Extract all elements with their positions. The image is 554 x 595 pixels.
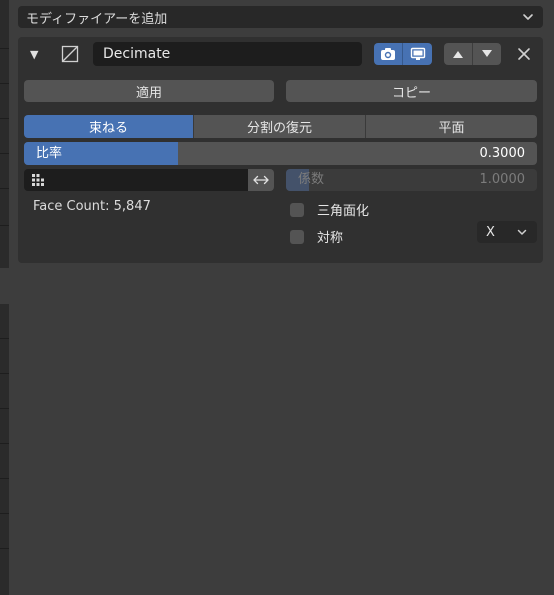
divider	[0, 338, 9, 339]
vertex-group-field[interactable]	[24, 169, 248, 191]
divider	[0, 225, 9, 226]
symmetry-axis-dropdown[interactable]: X	[477, 221, 537, 243]
divider	[0, 513, 9, 514]
ratio-label: 比率	[36, 146, 63, 161]
move-down-button[interactable]	[473, 43, 501, 65]
ratio-slider[interactable]: 比率 0.3000	[24, 142, 537, 165]
factor-label: 係数	[298, 172, 325, 187]
invert-arrows-icon	[253, 175, 269, 185]
symmetry-label: 対称	[317, 231, 344, 246]
close-icon[interactable]	[516, 46, 532, 62]
mode-unsubdivide-tab[interactable]: 分割の復元	[193, 115, 365, 138]
face-count-text: Face Count: 5,847	[33, 199, 151, 214]
triangulate-checkbox[interactable]	[290, 202, 304, 217]
decimate-modifier-icon	[61, 45, 79, 63]
copy-button[interactable]: コピー	[286, 80, 537, 102]
reorder-buttons	[444, 43, 501, 65]
divider	[0, 153, 9, 154]
symmetry-axis-value: X	[486, 224, 495, 240]
divider	[0, 548, 9, 549]
apply-button[interactable]: 適用	[24, 80, 274, 102]
move-up-icon	[453, 51, 463, 58]
viewport-toggle-button[interactable]	[403, 43, 432, 65]
decimate-mode-selector: 束ねる 分割の復元 平面	[24, 115, 537, 138]
add-modifier-dropdown[interactable]: モディファイアーを追加	[18, 6, 543, 28]
divider	[0, 408, 9, 409]
decimate-modifier-panel: ▼ Decimate 適用 コピー 束ねる 分割の復元 平面 比率 0.3000…	[18, 37, 543, 263]
divider	[0, 443, 9, 444]
outliner-strip	[0, 0, 9, 595]
symmetry-checkbox[interactable]	[290, 229, 304, 244]
modifier-name-field[interactable]: Decimate	[93, 42, 362, 66]
triangulate-label: 三角面化	[317, 204, 370, 219]
visibility-toggles	[374, 43, 432, 65]
chevron-down-icon	[517, 229, 527, 235]
divider	[0, 188, 9, 189]
render-toggle-button[interactable]	[374, 43, 403, 65]
invert-vertex-group-button[interactable]	[248, 169, 274, 191]
factor-value: 1.0000	[479, 172, 526, 187]
divider	[0, 478, 9, 479]
divider	[0, 83, 9, 84]
move-up-button[interactable]	[444, 43, 473, 65]
move-down-icon	[482, 50, 492, 57]
divider	[0, 373, 9, 374]
monitor-icon	[410, 47, 425, 60]
mode-collapse-tab[interactable]: 束ねる	[24, 115, 193, 138]
divider	[0, 118, 9, 119]
triangulate-option[interactable]: 三角面化	[290, 200, 369, 219]
camera-icon	[381, 48, 395, 60]
chevron-down-icon	[523, 14, 533, 20]
symmetry-option[interactable]: 対称	[290, 227, 343, 246]
factor-slider[interactable]: 係数 1.0000	[286, 169, 537, 191]
mode-planar-tab[interactable]: 平面	[365, 115, 537, 138]
vertex-group-icon	[32, 174, 44, 186]
ratio-value: 0.3000	[479, 146, 526, 161]
disclosure-triangle-icon[interactable]: ▼	[30, 48, 38, 61]
add-modifier-label: モディファイアーを追加	[26, 11, 168, 27]
divider	[0, 48, 9, 49]
